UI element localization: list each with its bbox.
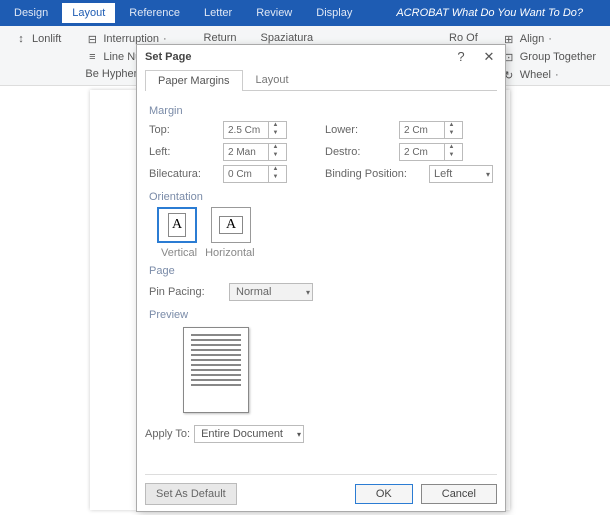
preview-section-label: Preview — [149, 309, 493, 321]
spaziatura-label: Spaziatura — [261, 32, 314, 44]
orientation-vertical[interactable]: A — [157, 207, 197, 243]
up-icon[interactable]: ▲ — [269, 144, 282, 152]
up-icon[interactable]: ▲ — [269, 166, 282, 174]
up-icon[interactable]: ▲ — [445, 122, 458, 130]
down-icon[interactable]: ▼ — [269, 174, 282, 182]
align-button[interactable]: ⊞Align · — [502, 32, 596, 46]
margin-section-label: Margin — [149, 105, 493, 117]
set-default-button[interactable]: Set As Default — [145, 483, 237, 505]
text-direction-icon: ↕ — [14, 32, 28, 46]
preview-page-icon — [183, 327, 249, 413]
tab-reference[interactable]: Reference — [119, 3, 190, 23]
left-input[interactable] — [224, 146, 268, 159]
destro-label: Destro: — [325, 146, 395, 158]
chevron-down-icon: ▾ — [297, 430, 301, 439]
horizontal-label: Horizontal — [205, 247, 255, 259]
ro-of-label: Ro Of — [449, 32, 478, 44]
chevron-down-icon: ▾ — [306, 288, 310, 297]
bilecatura-input[interactable] — [224, 168, 268, 181]
destro-input[interactable] — [400, 146, 444, 159]
tab-letter[interactable]: Letter — [194, 3, 242, 23]
dialog-title: Set Page — [145, 51, 191, 63]
down-icon[interactable]: ▼ — [269, 130, 282, 138]
down-icon[interactable]: ▼ — [269, 152, 282, 160]
page-landscape-icon: A — [219, 216, 243, 234]
orientation-section-label: Orientation — [149, 191, 493, 203]
acrobat-search[interactable]: ACROBAT What Do You Want To Do? — [396, 7, 583, 19]
down-icon[interactable]: ▼ — [445, 130, 458, 138]
tab-dialog-layout[interactable]: Layout — [243, 69, 302, 90]
ribbon-tabs: Design Layout Reference Letter Review Di… — [0, 0, 610, 26]
tab-paper-margins[interactable]: Paper Margins — [145, 70, 243, 91]
page-section-label: Page — [149, 265, 493, 277]
page-setup-dialog: Set Page ? ✕ Paper Margins Layout Margin… — [136, 44, 506, 512]
left-label: Left: — [149, 146, 219, 158]
destro-spinner[interactable]: ▲▼ — [399, 143, 463, 161]
binding-dropdown[interactable]: Left▾ — [429, 165, 493, 183]
top-input[interactable] — [224, 124, 268, 137]
pin-pacing-dropdown[interactable]: Normal▾ — [229, 283, 313, 301]
ok-button[interactable]: OK — [355, 484, 413, 504]
numbers-icon: ≡ — [85, 50, 99, 64]
cancel-button[interactable]: Cancel — [421, 484, 497, 504]
apply-to-label: Apply To: — [145, 428, 190, 440]
lower-label: Lower: — [325, 124, 395, 136]
tab-review[interactable]: Review — [246, 3, 302, 23]
top-spinner[interactable]: ▲▼ — [223, 121, 287, 139]
left-spinner[interactable]: ▲▼ — [223, 143, 287, 161]
return-label: Return — [204, 32, 237, 44]
tab-layout[interactable]: Layout — [62, 3, 115, 23]
page-portrait-icon: A — [168, 213, 186, 237]
up-icon[interactable]: ▲ — [445, 144, 458, 152]
wheel-button[interactable]: ↻Wheel · — [502, 68, 596, 82]
help-button[interactable]: ? — [453, 49, 469, 65]
up-icon[interactable]: ▲ — [269, 122, 282, 130]
break-icon: ⊟ — [85, 32, 99, 46]
bilecatura-spinner[interactable]: ▲▼ — [223, 165, 287, 183]
bilecatura-label: Bilecatura: — [149, 168, 219, 180]
top-label: Top: — [149, 124, 219, 136]
chevron-down-icon: ▾ — [486, 170, 490, 179]
down-icon[interactable]: ▼ — [445, 152, 458, 160]
orientation-horizontal[interactable]: A — [211, 207, 251, 243]
lower-spinner[interactable]: ▲▼ — [399, 121, 463, 139]
pin-pacing-label: Pin Pacing: — [149, 286, 219, 298]
tab-design[interactable]: Design — [4, 3, 58, 23]
binding-label: Binding Position: — [325, 168, 425, 180]
apply-to-dropdown[interactable]: Entire Document▾ — [194, 425, 304, 443]
lonlift-button[interactable]: ↕Lonlift — [14, 32, 61, 46]
vertical-label: Vertical — [161, 247, 197, 259]
tab-display[interactable]: Display — [306, 3, 362, 23]
lower-input[interactable] — [400, 124, 444, 137]
close-button[interactable]: ✕ — [481, 49, 497, 65]
group-button[interactable]: ⊡Group Together — [502, 50, 596, 64]
